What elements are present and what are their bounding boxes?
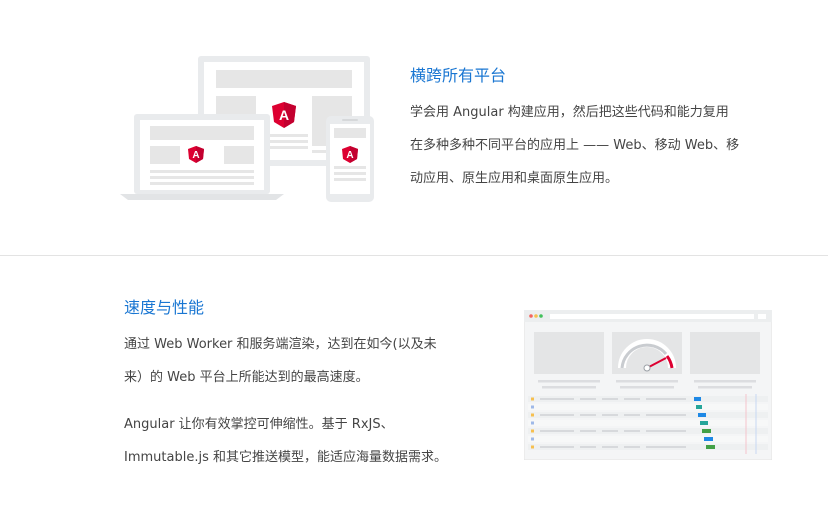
- devices-illustration: A A A: [120, 56, 374, 202]
- cross-platform-line-3: 动应用、原生应用和桌面原生应用。: [410, 171, 619, 186]
- section-cross-platform: A A A 横跨所有平台 学会用 Angular 构建应用，然后把这些代码和能力…: [0, 0, 828, 255]
- angular-letter: A: [279, 107, 289, 123]
- angular-letter: A: [346, 150, 353, 161]
- speed-para2-line-1: Angular 让你有效掌控可伸缩性。基于 RxJS、: [124, 417, 394, 432]
- window-dot-yellow-icon: [534, 314, 538, 318]
- speed-para1-line-1: 通过 Web Worker 和服务端渲染，达到在如今(以及未: [124, 337, 437, 352]
- speed-title: 速度与性能: [124, 298, 205, 317]
- cross-platform-title: 横跨所有平台: [410, 66, 507, 85]
- speed-para2-line-2: Immutable.js 和其它推送模型，能适应海量数据需求。: [124, 450, 447, 465]
- speed-para1-line-2: 来）的 Web 平台上所能达到的最高速度。: [124, 370, 369, 385]
- window-dot-green-icon: [539, 314, 543, 318]
- cross-platform-line-2: 在多种多种不同平台的应用上 —— Web、移动 Web、移: [410, 138, 740, 153]
- cross-platform-line-1: 学会用 Angular 构建应用，然后把这些代码和能力复用: [410, 105, 729, 120]
- performance-dashboard-illustration: [524, 310, 772, 460]
- angular-letter: A: [192, 150, 199, 161]
- window-dot-red-icon: [529, 314, 533, 318]
